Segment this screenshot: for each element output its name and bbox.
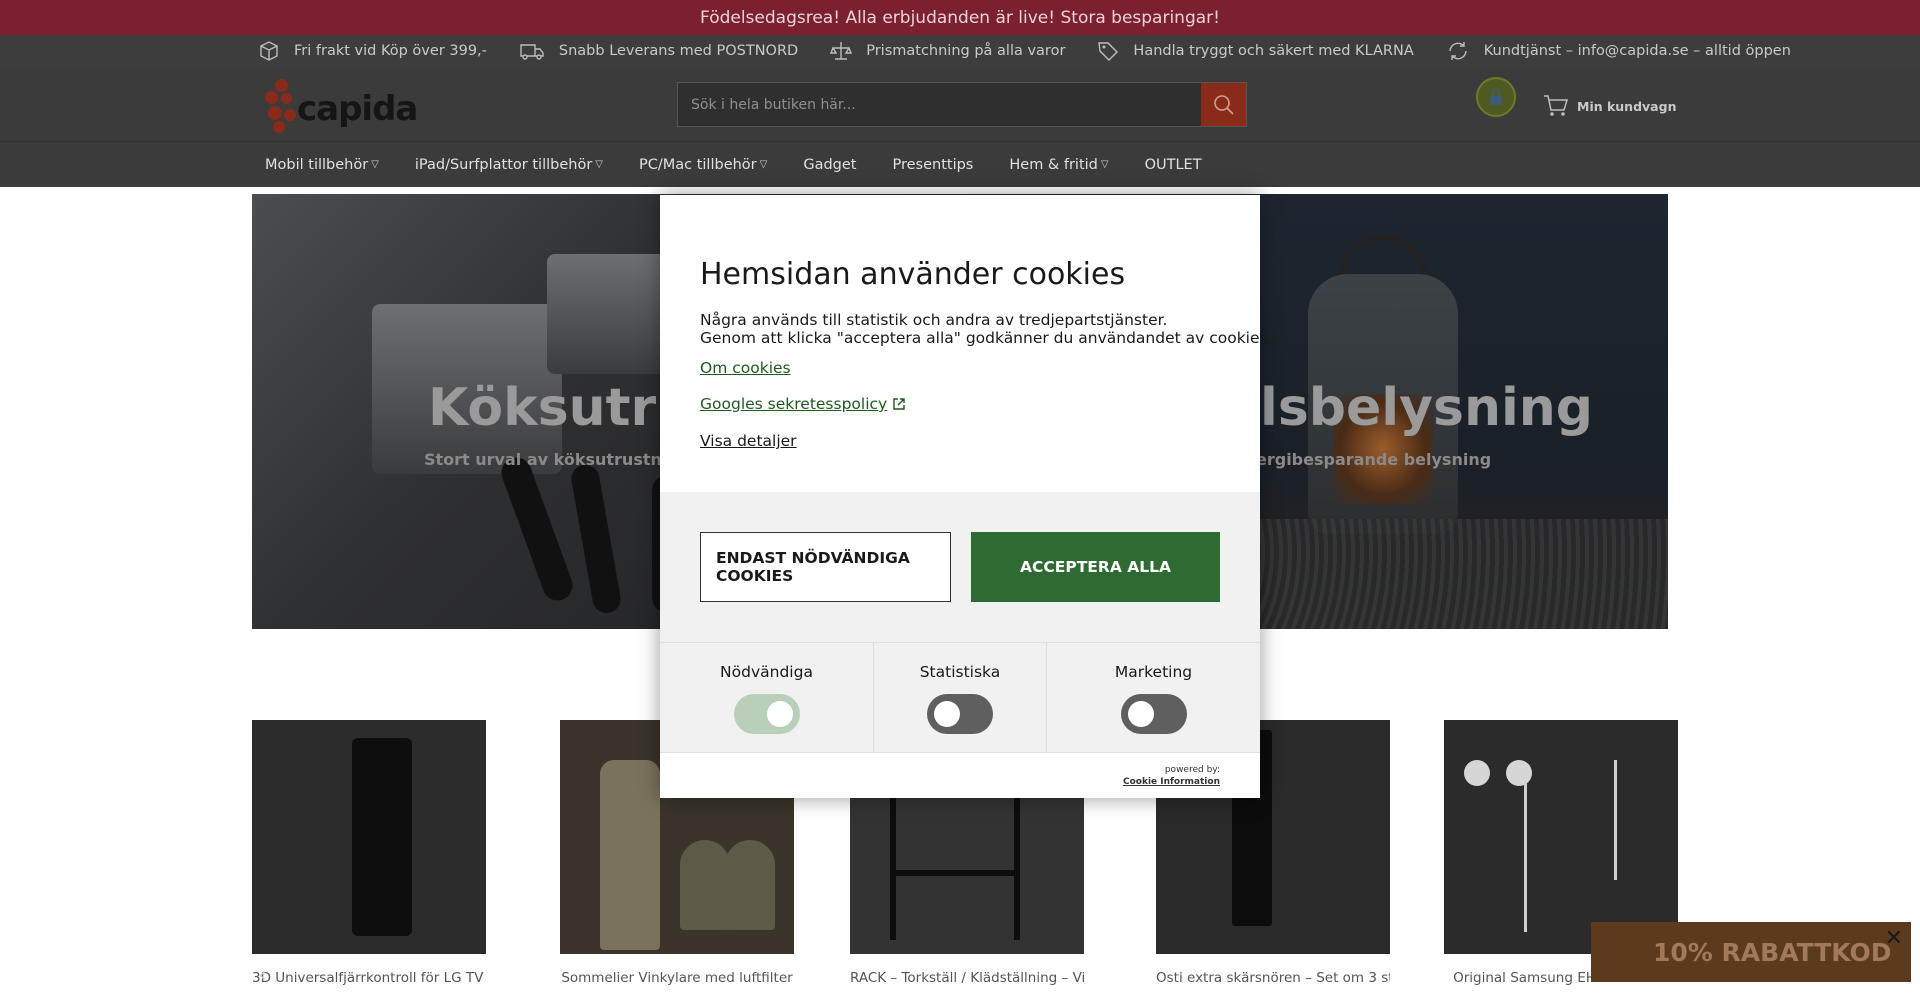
close-icon[interactable]: ✕ xyxy=(1885,926,1903,951)
link-label: Om cookies xyxy=(700,359,791,377)
category-statistics: Statistiska xyxy=(873,643,1046,752)
cookie-desc-line: Genom att klicka "acceptera alla" godkän… xyxy=(700,329,1273,347)
category-necessary: Nödvändiga xyxy=(660,643,873,752)
only-necessary-button[interactable]: ENDAST NÖDVÄNDIGA COOKIES xyxy=(700,532,951,602)
cookie-desc-line: Några används till statistik och andra a… xyxy=(700,311,1168,329)
cookie-title: Hemsidan använder cookies xyxy=(700,257,1126,292)
marketing-toggle[interactable] xyxy=(1120,694,1187,734)
about-cookies-link[interactable]: Om cookies xyxy=(700,359,791,377)
powered-by-label: powered by: xyxy=(1164,765,1220,775)
google-privacy-link[interactable]: Googles sekretesspolicy xyxy=(700,395,906,413)
discount-code-popup[interactable]: 10% RABATTKOD ✕ xyxy=(1591,922,1911,982)
cookie-description: Några används till statistik och andra a… xyxy=(700,311,1273,347)
category-label: Marketing xyxy=(1114,663,1193,681)
cookie-categories: Nödvändiga Statistiska Marketing xyxy=(660,642,1260,752)
show-details-link[interactable]: Visa detaljer xyxy=(700,432,797,450)
cookie-intro: Hemsidan använder cookies Några används … xyxy=(660,195,1273,492)
cookie-information-link[interactable]: Cookie Information xyxy=(1123,776,1220,788)
link-label: Visa detaljer xyxy=(700,432,797,450)
category-marketing: Marketing xyxy=(1046,643,1260,752)
discount-label: 10% RABATTKOD xyxy=(1653,937,1892,967)
link-label: Googles sekretesspolicy xyxy=(700,395,888,413)
cookie-actions: ENDAST NÖDVÄNDIGA COOKIES ACCEPTERA ALLA xyxy=(660,492,1260,642)
external-link-icon xyxy=(893,398,905,410)
category-label: Nödvändiga xyxy=(720,663,813,681)
accept-all-button[interactable]: ACCEPTERA ALLA xyxy=(971,532,1220,602)
category-label: Statistiska xyxy=(919,663,1001,681)
powered-by: powered by: Cookie Information xyxy=(1123,764,1220,788)
necessary-toggle[interactable] xyxy=(733,694,800,734)
cookie-footer: powered by: Cookie Information xyxy=(660,752,1260,798)
cookie-consent-dialog: Hemsidan använder cookies Några används … xyxy=(660,195,1273,798)
statistics-toggle[interactable] xyxy=(927,694,993,734)
